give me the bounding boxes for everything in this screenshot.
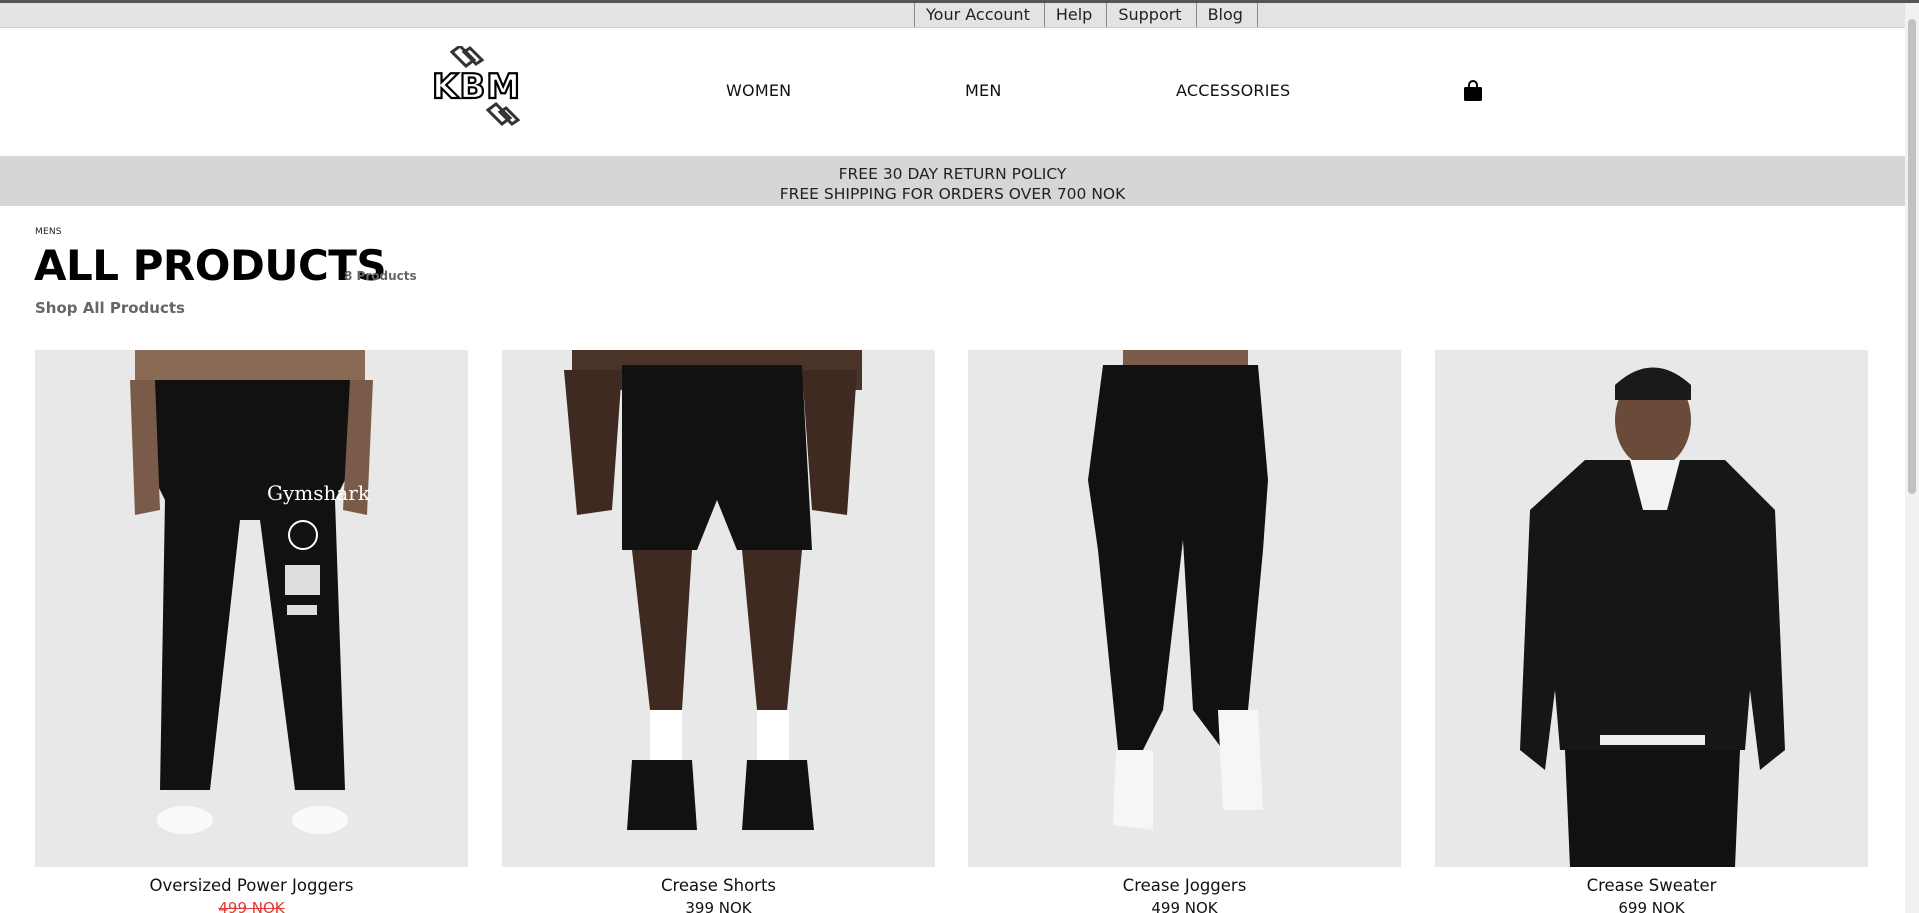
your-account-link[interactable]: Your Account <box>914 3 1045 27</box>
page-title: ALL PRODUCTS <box>34 241 387 290</box>
product-image[interactable] <box>968 350 1401 867</box>
product-price: 699 NOK <box>1618 899 1685 913</box>
nav-accessories[interactable]: ACCESSORIES <box>1176 81 1290 100</box>
brand-logo[interactable]: KBM <box>430 44 535 130</box>
product-image[interactable]: Gymshark <box>35 350 468 867</box>
product-card[interactable]: Gymshark Oversized Power Joggers 499 NOK <box>35 350 468 913</box>
product-name[interactable]: Crease Sweater <box>1435 876 1868 895</box>
product-name[interactable]: Crease Shorts <box>502 876 935 895</box>
help-link[interactable]: Help <box>1045 3 1108 27</box>
page-scrollbar[interactable] <box>1905 3 1919 913</box>
svg-text:KBM: KBM <box>432 67 521 107</box>
product-image[interactable] <box>502 350 935 867</box>
product-price: 399 NOK <box>685 899 752 913</box>
product-count: 8 Products <box>344 269 417 283</box>
page: Your Account Help Support Blog KBM WOMEN… <box>0 0 1919 913</box>
promo-shipping: FREE SHIPPING FOR ORDERS OVER 700 NOK <box>779 185 1126 203</box>
product-card[interactable]: Crease Joggers 499 NOK <box>968 350 1401 913</box>
product-price: 499 NOK <box>1151 899 1218 913</box>
nav-men[interactable]: MEN <box>965 81 1001 100</box>
product-price: 499 NOK <box>218 899 285 913</box>
shop-all-link[interactable]: Shop All Products <box>35 299 185 317</box>
support-link[interactable]: Support <box>1107 3 1197 27</box>
nav-women[interactable]: WOMEN <box>726 81 791 100</box>
promo-returns: FREE 30 DAY RETURN POLICY <box>838 165 1067 183</box>
breadcrumb[interactable]: MENS <box>35 227 62 237</box>
product-name[interactable]: Crease Joggers <box>968 876 1401 895</box>
blog-link[interactable]: Blog <box>1197 3 1258 27</box>
shopping-bag-icon[interactable] <box>1463 80 1483 102</box>
site-header: KBM WOMEN MEN ACCESSORIES <box>0 28 1905 156</box>
product-card[interactable]: Crease Sweater 699 NOK <box>1435 350 1868 913</box>
utility-bar: Your Account Help Support Blog <box>0 3 1905 28</box>
scrollbar-thumb[interactable] <box>1908 19 1916 494</box>
product-card[interactable]: Crease Shorts 399 NOK <box>502 350 935 913</box>
svg-text:Gymshark: Gymshark <box>267 481 371 505</box>
promo-banner: FREE 30 DAY RETURN POLICY FREE SHIPPING … <box>0 156 1905 206</box>
product-image[interactable] <box>1435 350 1868 867</box>
product-name[interactable]: Oversized Power Joggers <box>35 876 468 895</box>
utility-links: Your Account Help Support Blog <box>914 3 1258 27</box>
